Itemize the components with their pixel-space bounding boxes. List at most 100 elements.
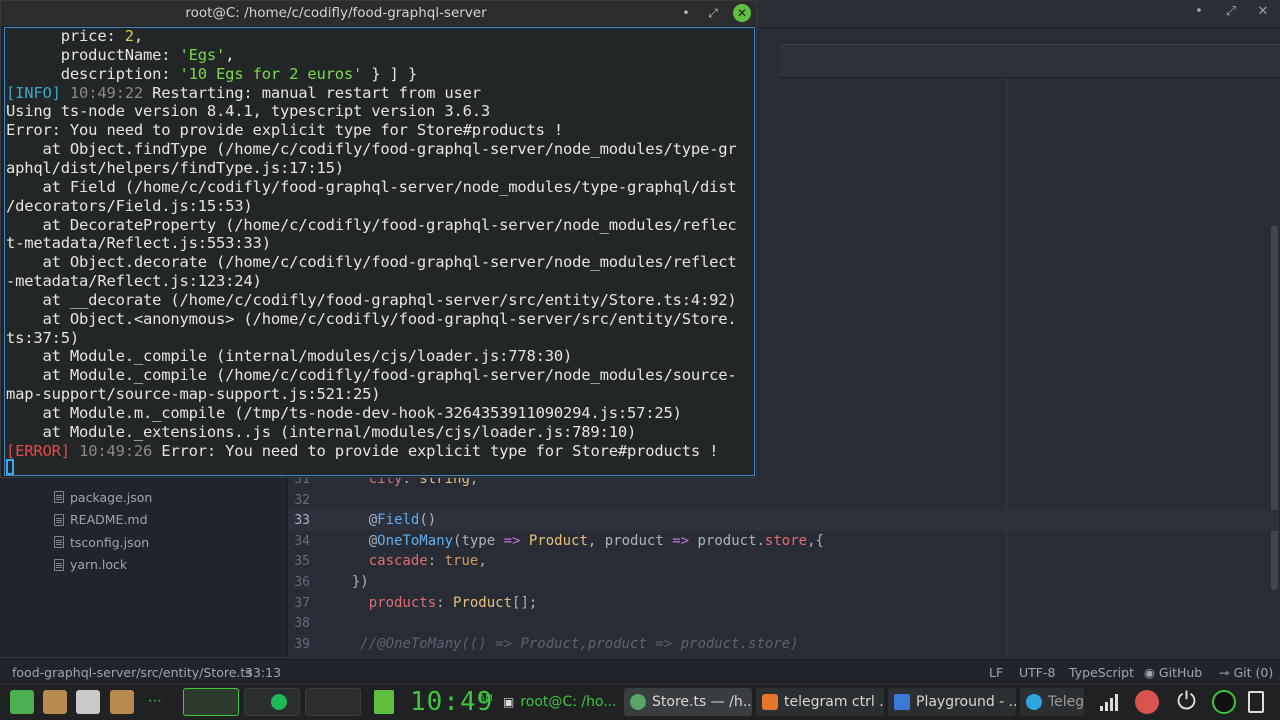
status-line-ending[interactable]: LF [989,665,1003,680]
terminal-text: at Module._compile (internal/modules/cjs… [6,347,573,366]
task-atom[interactable]: Store.ts — /h... [624,688,752,716]
code-line[interactable]: 38 [288,613,1278,634]
line-number: 35 [294,554,310,570]
terminal-output[interactable]: price: 2, productName: 'Egs', descriptio… [4,27,755,476]
battery-icon[interactable] [374,690,394,714]
atom-icon [630,694,646,710]
terminal-cursor [6,459,14,475]
terminal-text: , [133,27,143,45]
clipboard-icon[interactable] [1248,691,1264,713]
code-line[interactable]: 39 //@OneToMany(() => Product,product =>… [288,634,1278,655]
app-menu-icon[interactable] [10,690,34,714]
terminal-line: at __decorate (/home/c/codifly/food-grap… [6,291,737,310]
terminal-line: at Module._compile (internal/modules/cjs… [6,347,573,366]
terminal-text: aphql/dist/helpers/findType.js:17:15) [6,158,344,177]
terminal-text: 10:49:26 [69,441,153,460]
terminal-text: Restarting: manual restart from user [142,83,481,102]
text-editor-icon[interactable] [76,690,100,714]
terminal-text: ts:37:5) [6,328,80,347]
terminal-title: root@C: /home/c/codifly/food-graphql-ser… [185,5,487,21]
file-tree-item[interactable]: README.md [54,510,148,530]
archive-icon[interactable] [110,690,134,714]
line-number: 34 [294,533,310,549]
system-monitor-icon[interactable] [1212,690,1236,714]
status-cursor-position[interactable]: 33:13 [245,665,281,680]
task-telegram-search[interactable]: telegram ctrl ... [756,688,884,716]
terminal-text: [INFO] [6,83,61,102]
task-terminal[interactable]: ▣ root@C: /ho... [497,688,617,716]
code-line[interactable]: 33 @Field() [288,510,1278,532]
line-number: 32 [294,492,310,508]
terminal-line: productName: 'Egs', [6,45,235,65]
task-telegram-label: Teleg [1048,694,1084,710]
file-manager-icon[interactable] [43,690,67,714]
notification-icon[interactable] [1135,690,1159,714]
taskbar: ⋯ 10:49 AM ▣ root@C: /ho... Store.ts — /… [0,684,1280,720]
code-line[interactable]: 36 }) [288,572,1278,593]
minimize-icon[interactable]: • [1190,4,1208,19]
terminal-text: at Object.findType (/home/c/codifly/food… [6,140,737,159]
task-telegram-search-label: telegram ctrl ... [784,694,884,710]
maximize-icon[interactable]: ⤢ [704,4,722,22]
terminal-line: [INFO] 10:49:22 Restarting: manual resta… [6,84,481,103]
terminal-text: 2 [124,27,134,45]
close-icon[interactable]: ✕ [733,4,751,22]
code-line[interactable]: 37 products: Product[]; [288,593,1278,614]
terminal-text: at Module._compile (/home/c/codifly/food… [6,366,737,385]
terminal-line: at Module.m._compile (/tmp/ts-node-dev-h… [6,404,682,423]
editor-tab-strip [780,44,1280,78]
status-git-label: Git (0) [1233,665,1274,680]
terminal-line: map-support/source-map-support.js:521:25… [6,385,381,404]
terminal-text: at Object.<anonymous> (/home/c/codifly/f… [6,309,737,328]
file-tree-item[interactable]: yarn.lock [54,555,127,575]
terminal-titlebar: root@C: /home/c/codifly/food-graphql-ser… [1,1,756,26]
power-icon[interactable]: ⏻ [1177,687,1196,715]
file-tree-item[interactable]: tsconfig.json [54,532,149,552]
terminal-line: at Object.<anonymous> (/home/c/codifly/f… [6,310,737,329]
workspace-2[interactable] [244,688,300,716]
terminal-text: map-support/source-map-support.js:521:25… [6,385,381,404]
code-line[interactable]: 32 [288,490,1278,511]
minimize-icon[interactable]: • [677,4,695,22]
terminal-text: price: [6,27,125,45]
task-playground[interactable]: Playground - ... [888,688,1016,716]
terminal-text: productName: [6,45,180,64]
more-apps-icon[interactable]: ⋯ [148,693,162,709]
file-name: package.json [70,489,153,505]
code-text: }) [335,574,369,590]
status-github-label: GitHub [1158,665,1203,680]
terminal-line: at DecorateProperty (/home/c/codifly/foo… [6,216,737,235]
terminal-line: aphql/dist/helpers/findType.js:17:15) [6,159,344,178]
status-git[interactable]: ⊸ Git (0) [1219,665,1273,680]
terminal-line: price: 2, [6,27,143,46]
terminal-text: '10 Egs for 2 euros' [179,64,363,83]
terminal-text: } ] } [362,64,417,83]
file-tree-item[interactable]: package.json [54,487,152,507]
code-line[interactable]: 34 @OneToMany(type => Product, product =… [288,531,1278,552]
code-text: @Field() [335,512,437,529]
code-line[interactable]: 35 cascade: true, [288,551,1278,572]
workspace-3[interactable] [305,688,361,716]
terminal-line: -metadata/Reflect.js:123:24) [6,272,262,291]
terminal-line: Using ts-node version 8.4.1, typescript … [6,102,490,121]
task-telegram[interactable]: Teleg [1020,688,1084,716]
close-icon[interactable]: ✕ [1254,4,1272,19]
terminal-line: at Module._extensions..js (internal/modu… [6,423,637,442]
terminal-text: at DecorateProperty (/home/c/codifly/foo… [6,215,737,234]
terminal-text: -metadata/Reflect.js:123:24) [6,272,262,291]
file-icon [54,513,64,526]
maximize-icon[interactable]: ⤢ [1222,4,1240,19]
terminal-window: root@C: /home/c/codifly/food-graphql-ser… [0,0,757,478]
status-grammar[interactable]: TypeScript [1069,665,1134,680]
status-github[interactable]: ◉ GitHub [1144,665,1202,680]
network-signal-icon[interactable] [1098,691,1120,713]
terminal-line: Error: You need to provide explicit type… [6,121,563,140]
terminal-text: 'Egs' [179,45,226,64]
terminal-line: [ERROR] 10:49:26 Error: You need to prov… [6,442,718,461]
editor-window-controls: • ⤢ ✕ [1190,4,1272,19]
status-encoding[interactable]: UTF-8 [1019,665,1055,680]
status-file-path[interactable]: food-graphql-server/src/entity/Store.ts [12,665,252,680]
terminal-text: at Field (/home/c/codifly/food-graphql-s… [6,177,737,196]
workspace-1[interactable] [183,688,239,716]
terminal-text: /decorators/Field.js:15:53) [6,196,253,215]
